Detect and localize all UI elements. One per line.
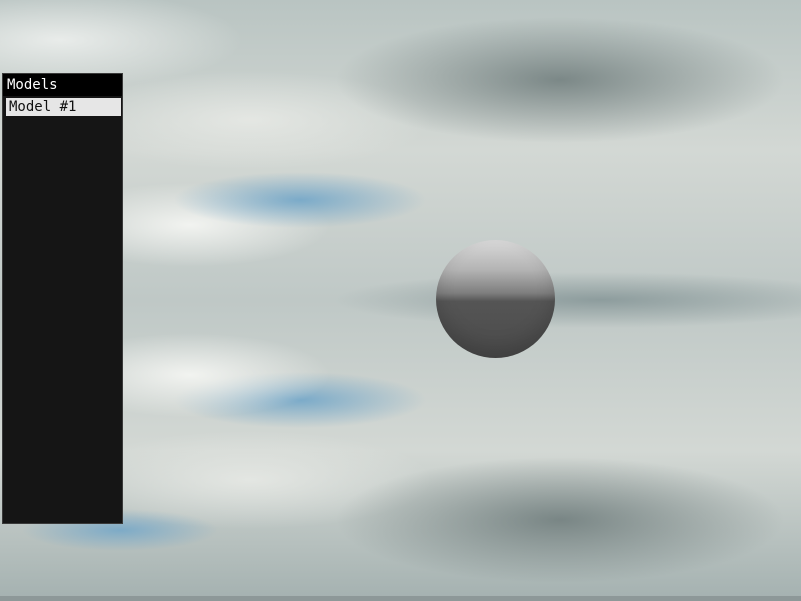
sphere-model[interactable] bbox=[436, 240, 555, 358]
status-strip bbox=[0, 596, 801, 601]
models-panel-title: Models bbox=[3, 74, 122, 96]
models-panel: Models Model #1 bbox=[2, 73, 123, 524]
3d-viewport[interactable]: Models Model #1 bbox=[0, 0, 801, 601]
models-list: Model #1 bbox=[3, 98, 122, 116]
model-list-item-1[interactable]: Model #1 bbox=[6, 98, 121, 116]
